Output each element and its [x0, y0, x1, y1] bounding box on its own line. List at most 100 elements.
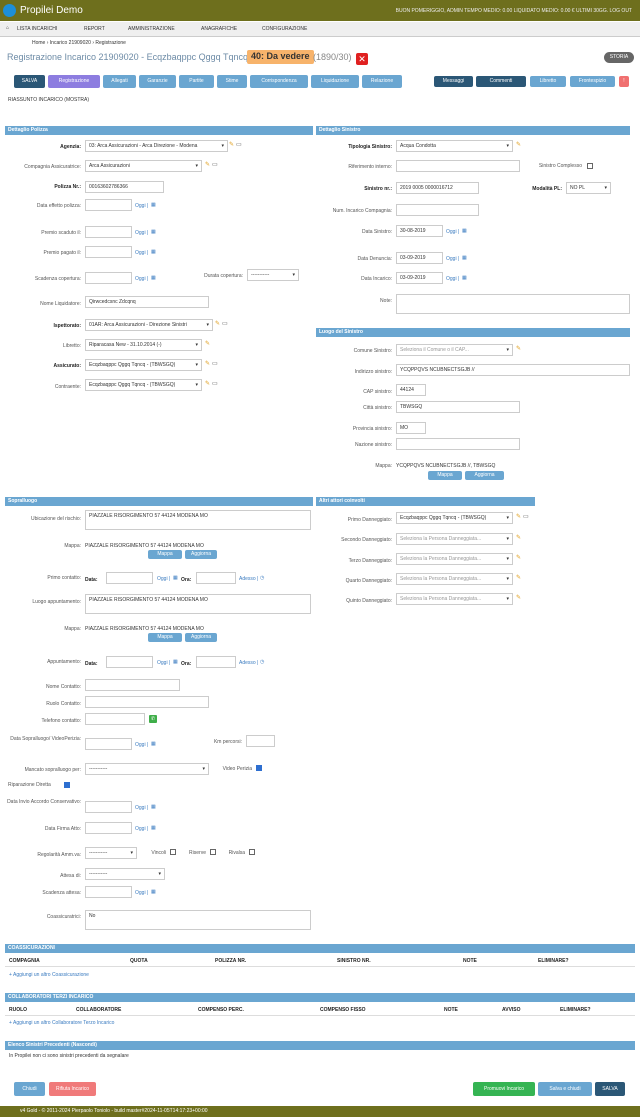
oggi-link[interactable]: Oggi |	[135, 203, 148, 209]
num-incarico-input[interactable]	[396, 204, 479, 216]
oggi-link[interactable]: Oggi |	[157, 660, 170, 666]
riserve-checkbox[interactable]	[210, 849, 216, 855]
complesso-checkbox[interactable]	[587, 163, 593, 169]
delete-icon[interactable]: ✕	[356, 53, 368, 65]
pencil-icon[interactable]: ✎	[205, 380, 210, 387]
calendar-icon[interactable]: ▦	[151, 229, 156, 235]
add-collaboratore-link[interactable]: + Aggiungi un altro Collaboratore Terzo …	[9, 1020, 114, 1026]
polizza-input[interactable]: 00163602786366	[85, 181, 164, 193]
contraente-select[interactable]: Ecqzbaqppc Qggq Tqncq - (TBWSGQ)	[85, 379, 202, 391]
telefono-input[interactable]	[85, 713, 145, 725]
pencil-icon[interactable]: ✎	[229, 141, 234, 148]
frontespizio-button[interactable]: Frontespizio	[570, 76, 615, 87]
menu-report[interactable]: REPORT	[84, 26, 105, 32]
rif-interno-input[interactable]	[396, 160, 520, 172]
tab-liquidazione[interactable]: Liquidazione	[311, 75, 359, 88]
calendar-icon[interactable]: ▦	[151, 804, 156, 810]
sinistro-nr-input[interactable]: 2019 0005 0000016712	[396, 182, 479, 194]
adesso-link[interactable]: Adesso |	[239, 660, 258, 666]
citta-input[interactable]: TBWSGQ	[396, 401, 520, 413]
appuntamento-data-input[interactable]	[106, 656, 153, 668]
pencil-icon[interactable]: ✎	[516, 594, 521, 601]
comune-select[interactable]: Seleziona il Comune o il CAP...	[396, 344, 513, 356]
salva-top-button[interactable]: SALVA	[14, 75, 45, 88]
cap-input[interactable]: 44124	[396, 384, 426, 396]
primo-contatto-ora-input[interactable]	[196, 572, 236, 584]
oggi-link[interactable]: Oggi |	[157, 576, 170, 582]
home-icon[interactable]: ⌂	[6, 25, 9, 31]
calendar-icon[interactable]: ▦	[462, 275, 467, 281]
vincoli-checkbox[interactable]	[170, 849, 176, 855]
comment-icon[interactable]: ▭	[523, 513, 529, 520]
calendar-icon[interactable]: ▦	[462, 228, 467, 234]
libretto-button[interactable]: Libretto	[530, 76, 566, 87]
comment-icon[interactable]: ▭	[212, 380, 218, 387]
salva-chiudi-button[interactable]: Salva e chiudi	[538, 1082, 592, 1096]
mappa-button[interactable]: Mappa	[428, 471, 462, 480]
liquidatore-input[interactable]: Qirwcedcsnc Zdcqnq	[85, 296, 209, 308]
quarto-danneggiato-select[interactable]: Seleziona la Persona Danneggiata...	[396, 573, 513, 585]
luogo-app-textarea[interactable]: PIAZZALE RISORGIMENTO 57 44124 MODENA MO	[85, 594, 311, 614]
app-title[interactable]: Propilei Demo	[20, 5, 83, 16]
clock-icon[interactable]: ◷	[260, 575, 264, 581]
compagnia-select[interactable]: Arca Assicurazioni	[85, 160, 202, 172]
rivalsa-checkbox[interactable]	[249, 849, 255, 855]
oggi-link[interactable]: Oggi |	[135, 230, 148, 236]
calendar-icon[interactable]: ▦	[462, 255, 467, 261]
indirizzo-input[interactable]: YCQPPQVS NCUBNECTSGJB //	[396, 364, 630, 376]
calendar-icon[interactable]: ▦	[151, 202, 156, 208]
chiudi-button[interactable]: Chiudi	[14, 1082, 45, 1096]
quinto-danneggiato-select[interactable]: Seleziona la Persona Danneggiata...	[396, 593, 513, 605]
tipologia-select[interactable]: Acqua Condotta	[396, 140, 513, 152]
rifiuta-button[interactable]: Rifiuta Incarico	[49, 1082, 96, 1096]
data-sinistro-input[interactable]: 30-08-2019	[396, 225, 443, 237]
pencil-icon[interactable]: ✎	[205, 340, 210, 347]
oggi-link[interactable]: Oggi |	[446, 256, 459, 262]
commenti-button[interactable]: Commenti	[476, 76, 526, 87]
scaduto-input[interactable]	[85, 226, 132, 238]
calendar-icon[interactable]: ▦	[151, 741, 156, 747]
calendar-icon[interactable]: ▦	[151, 825, 156, 831]
pencil-icon[interactable]: ✎	[516, 141, 521, 148]
data-incarico-input[interactable]: 03-09-2019	[396, 272, 443, 284]
pencil-icon[interactable]: ✎	[205, 161, 210, 168]
oggi-link[interactable]: Oggi |	[135, 805, 148, 811]
tab-corrispondenza[interactable]: Corrispondenza	[250, 75, 308, 88]
aggiorna-button[interactable]: Aggiorna	[185, 550, 217, 559]
mappa-button[interactable]: Mappa	[148, 550, 182, 559]
comment-icon[interactable]: ▭	[236, 141, 242, 148]
alert-button[interactable]: !	[619, 76, 629, 87]
pencil-icon[interactable]: ✎	[516, 554, 521, 561]
pencil-icon[interactable]: ✎	[516, 534, 521, 541]
calendar-icon[interactable]: ▦	[173, 575, 178, 581]
calendar-icon[interactable]: ▦	[151, 275, 156, 281]
mancato-select[interactable]: -----------	[85, 763, 209, 775]
effetto-input[interactable]	[85, 199, 132, 211]
menu-anagrafiche[interactable]: ANAGRAFICHE	[201, 26, 237, 32]
comment-icon[interactable]: ▭	[212, 360, 218, 367]
libretto-select[interactable]: Riparacasa New - 31.10.2014 (-)	[85, 339, 202, 351]
calendar-icon[interactable]: ▦	[173, 659, 178, 665]
mappa-button[interactable]: Mappa	[148, 633, 182, 642]
messaggi-button[interactable]: Messaggi	[434, 76, 473, 87]
video-perizia-checkbox[interactable]	[256, 765, 262, 771]
tab-partite[interactable]: Partite	[179, 75, 214, 88]
scadenza-attesa-input[interactable]	[85, 886, 132, 898]
note-textarea[interactable]	[396, 294, 630, 314]
tab-relazione[interactable]: Relazione	[362, 75, 402, 88]
data-sopralluogo-input[interactable]	[85, 738, 132, 750]
oggi-link[interactable]: Oggi |	[446, 276, 459, 282]
nome-contatto-input[interactable]	[85, 679, 180, 691]
tab-garanzie[interactable]: Garanzie	[139, 75, 176, 88]
durata-select[interactable]: -----------	[247, 269, 299, 281]
pagato-input[interactable]	[85, 246, 132, 258]
assicurato-select[interactable]: Ecqzbaqppc Qggq Tqncq - (TBWSGQ)	[85, 359, 202, 371]
phone-icon[interactable]: ✆	[149, 715, 157, 723]
ispettorato-select[interactable]: 01AR: Arca Assicurazioni - Direzione Sin…	[85, 319, 213, 331]
oggi-link[interactable]: Oggi |	[446, 229, 459, 235]
oggi-link[interactable]: Oggi |	[135, 250, 148, 256]
km-input[interactable]	[246, 735, 275, 747]
primo-danneggiato-select[interactable]: Ecqzbaqppc Qggq Tqncq - (TBWSGQ)	[396, 512, 513, 524]
tab-registrazione[interactable]: Registrazione	[48, 75, 100, 88]
add-coassicurazione-link[interactable]: + Aggiungi un altro Coassicurazione	[9, 972, 89, 978]
